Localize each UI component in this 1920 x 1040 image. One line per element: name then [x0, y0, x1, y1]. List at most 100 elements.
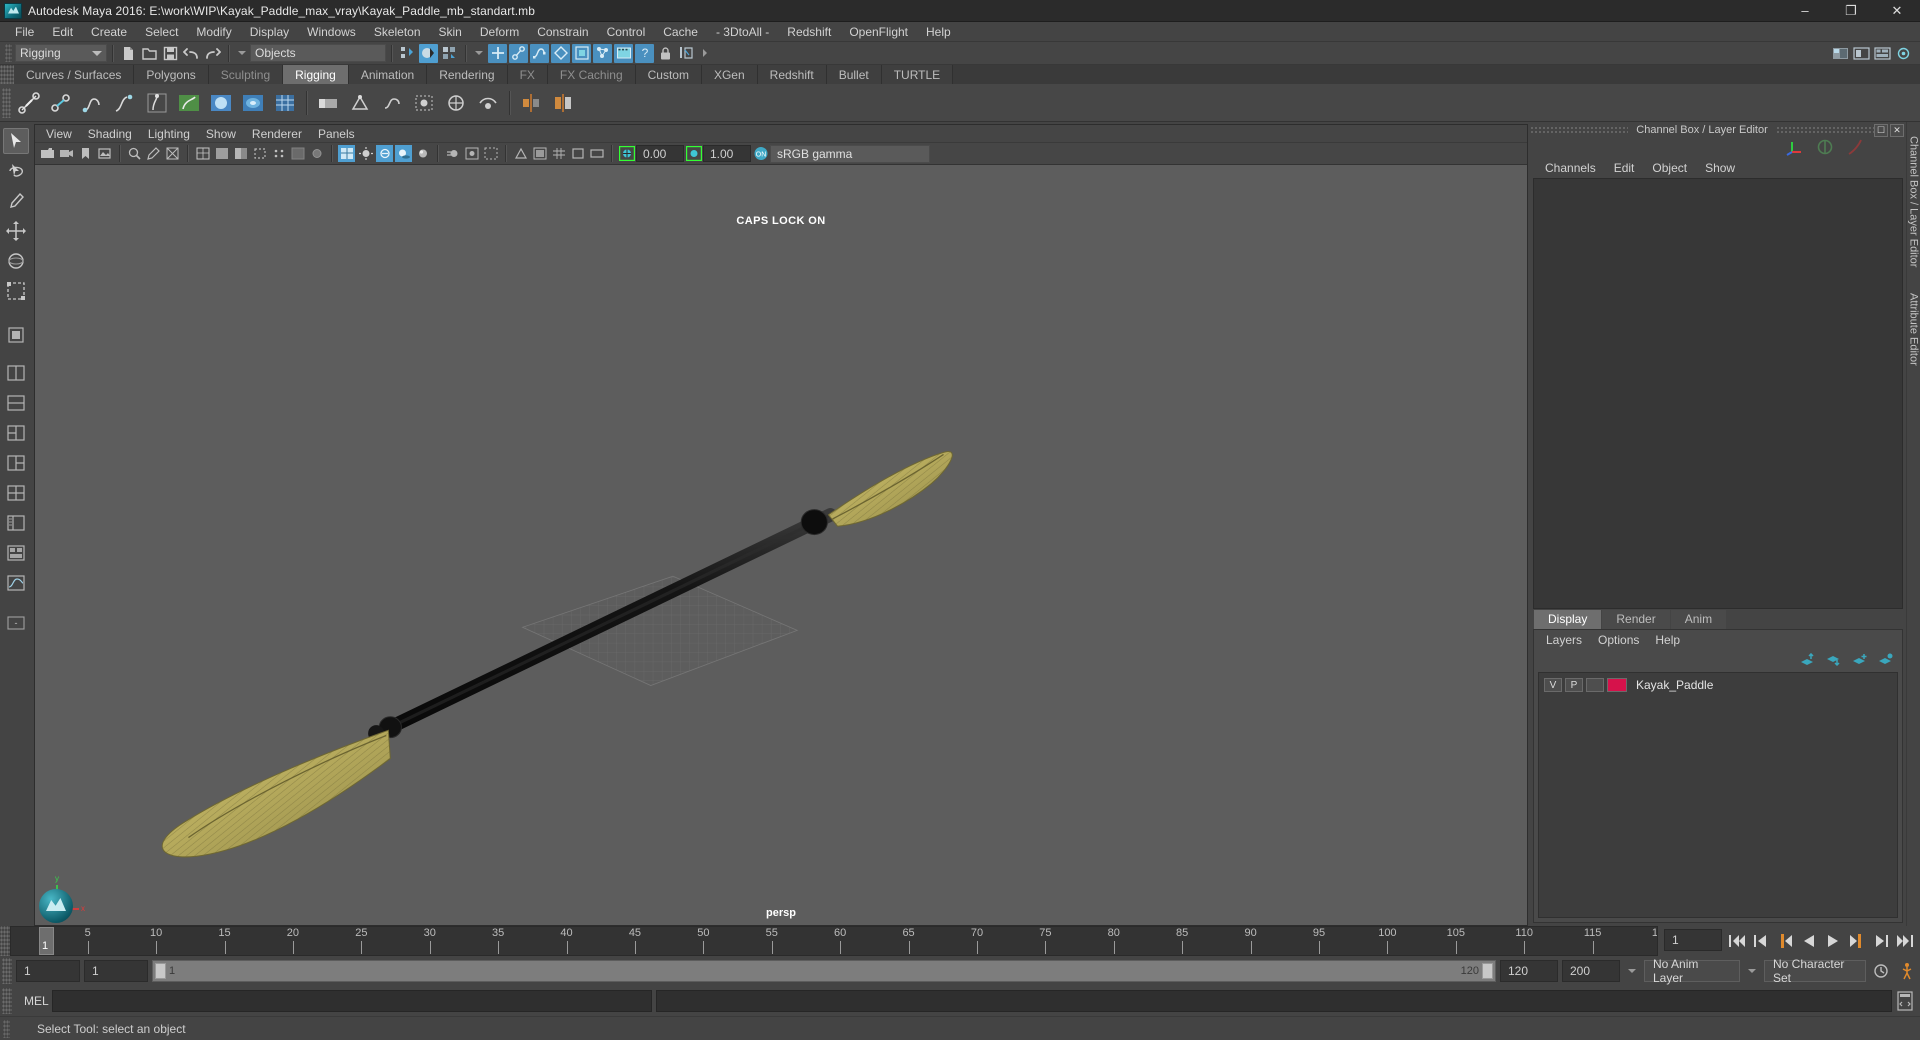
resolution-gate-icon[interactable]	[588, 145, 605, 162]
render-settings-icon[interactable]	[1852, 44, 1871, 63]
current-frame-field[interactable]: 1	[1664, 929, 1722, 951]
statusline-grip[interactable]	[5, 44, 12, 62]
menu-edit[interactable]: Edit	[43, 22, 82, 42]
layout-two-pane-side-icon[interactable]	[3, 390, 29, 416]
mask-rendering-icon[interactable]	[614, 43, 633, 63]
mask-deformations-icon[interactable]	[572, 43, 591, 63]
playback-end-time-field[interactable]: 120	[1500, 960, 1558, 982]
menuset-selector[interactable]: Rigging	[15, 44, 107, 62]
shading-bounding-box-icon[interactable]	[251, 145, 268, 162]
panel-drag-dots[interactable]	[1775, 125, 1874, 135]
mask-misc-icon[interactable]: ?	[635, 43, 654, 63]
menu-help[interactable]: Help	[917, 22, 960, 42]
layout-single-pane-icon[interactable]	[3, 360, 29, 386]
layer-display-type-toggle[interactable]	[1586, 678, 1604, 692]
step-forward-key-button[interactable]	[1870, 929, 1892, 953]
select-by-hierarchy-icon[interactable]	[398, 44, 417, 63]
open-scene-icon[interactable]	[140, 44, 159, 63]
layer-playback-toggle[interactable]: P	[1565, 678, 1583, 692]
move-tool-icon[interactable]	[3, 218, 29, 244]
layout-graph-editor-icon[interactable]	[3, 570, 29, 596]
go-to-end-button[interactable]	[1894, 929, 1916, 953]
view-bounds-icon[interactable]	[482, 145, 499, 162]
color-management-toggle-icon[interactable]: ON	[752, 145, 769, 162]
use-default-lighting-icon[interactable]	[357, 145, 374, 162]
wireframe-icon[interactable]	[164, 145, 181, 162]
tab-display-layers[interactable]: Display	[1534, 610, 1602, 629]
shelf-joint-tool-icon[interactable]	[16, 90, 42, 116]
new-layer-icon[interactable]	[1852, 653, 1868, 670]
menu-windows[interactable]: Windows	[298, 22, 365, 42]
panel-close-button[interactable]: ✕	[1890, 123, 1904, 137]
auto-keyframe-icon[interactable]	[1896, 959, 1918, 983]
menu-openflight[interactable]: OpenFlight	[840, 22, 917, 42]
menu-create[interactable]: Create	[82, 22, 136, 42]
shelf-mirror-joint-icon[interactable]	[518, 90, 544, 116]
redo-icon[interactable]	[203, 44, 222, 63]
channel-box-toggle-icon[interactable]	[1816, 138, 1834, 159]
mask-curves-icon[interactable]	[530, 43, 549, 63]
time-slider-grip[interactable]	[0, 926, 10, 956]
menu-select[interactable]: Select	[136, 22, 187, 42]
color-management-select[interactable]: sRGB gamma	[770, 144, 930, 163]
layout-outliner-persp-icon[interactable]	[3, 510, 29, 536]
smooth-shade-all-icon[interactable]	[531, 145, 548, 162]
range-left-handle[interactable]	[155, 963, 166, 979]
help-line-grip[interactable]	[3, 1019, 10, 1038]
range-slider-grip[interactable]	[2, 958, 12, 984]
shading-xray-joints-icon[interactable]	[308, 145, 325, 162]
shelf-bind-skin-icon[interactable]	[176, 90, 202, 116]
shelf-paint-weights-icon[interactable]	[208, 90, 234, 116]
shelf-tab-rigging[interactable]: Rigging	[283, 65, 349, 84]
shelf-skeleton-icon[interactable]	[144, 90, 170, 116]
statusline-expand-icon[interactable]	[703, 49, 707, 57]
menu-deform[interactable]: Deform	[471, 22, 528, 42]
menu-file[interactable]: File	[6, 22, 43, 42]
input-connections-icon[interactable]	[677, 44, 696, 63]
select-by-component-type-icon[interactable]	[440, 44, 459, 63]
mask-expand-icon[interactable]	[475, 51, 483, 55]
tab-anim-layers[interactable]: Anim	[1670, 610, 1727, 629]
mask-joints-icon[interactable]	[509, 43, 528, 63]
shading-xray-icon[interactable]	[289, 145, 306, 162]
grid-toggle-icon[interactable]	[550, 145, 567, 162]
exposure-icon[interactable]	[618, 145, 635, 162]
menu-modify[interactable]: Modify	[187, 22, 240, 42]
shelf-tab-rendering[interactable]: Rendering	[427, 65, 508, 84]
panel-undock-button[interactable]: ☐	[1874, 123, 1888, 137]
next-key-button[interactable]	[1846, 929, 1868, 953]
anim-layer-dropdown-icon[interactable]	[1628, 969, 1636, 973]
shelf-wire-deformer-icon[interactable]	[411, 90, 437, 116]
tab-render-layers[interactable]: Render	[1602, 610, 1670, 629]
selection-mask-combo[interactable]: Objects	[250, 44, 386, 62]
shading-smooth-icon[interactable]	[213, 145, 230, 162]
shelf-icons-grip[interactable]	[2, 87, 11, 118]
lock-icon[interactable]	[656, 44, 675, 63]
shelf-tab-fx[interactable]: FX	[507, 65, 548, 84]
viewport-menu-view[interactable]: View	[38, 125, 80, 143]
attribute-editor-toggle-icon[interactable]	[1846, 138, 1864, 159]
layer-row-kayak-paddle[interactable]: V P Kayak_Paddle	[1542, 677, 1894, 693]
texture-display-icon[interactable]	[338, 145, 355, 162]
new-layer-from-selected-icon[interactable]	[1878, 653, 1894, 670]
save-scene-icon[interactable]	[161, 44, 180, 63]
shading-points-icon[interactable]	[270, 145, 287, 162]
anim-layer-selector[interactable]: No Anim Layer	[1644, 957, 1740, 985]
isolate-select-icon[interactable]	[463, 145, 480, 162]
render-globals-icon[interactable]	[1894, 44, 1913, 63]
time-slider-playhead[interactable]: 1	[39, 927, 54, 955]
shelf-sculpt-deformer-icon[interactable]	[443, 90, 469, 116]
hypershade-icon[interactable]	[1873, 44, 1892, 63]
viewport-menu-show[interactable]: Show	[198, 125, 244, 143]
shelf-tab-redshift[interactable]: Redshift	[757, 65, 827, 84]
channel-menu-channels[interactable]: Channels	[1536, 158, 1605, 178]
display-layer-list[interactable]: V P Kayak_Paddle	[1538, 672, 1898, 918]
move-layer-down-icon[interactable]	[1826, 653, 1842, 670]
animation-end-time-field[interactable]: 200	[1562, 960, 1620, 982]
shading-wireframe-icon[interactable]	[194, 145, 211, 162]
command-language-label[interactable]: MEL	[12, 994, 52, 1008]
shelf-smooth-bind-icon[interactable]	[240, 90, 266, 116]
shelf-tab-polygons[interactable]: Polygons	[134, 65, 209, 84]
select-tool-icon[interactable]	[3, 128, 29, 154]
image-plane-icon[interactable]	[96, 145, 113, 162]
